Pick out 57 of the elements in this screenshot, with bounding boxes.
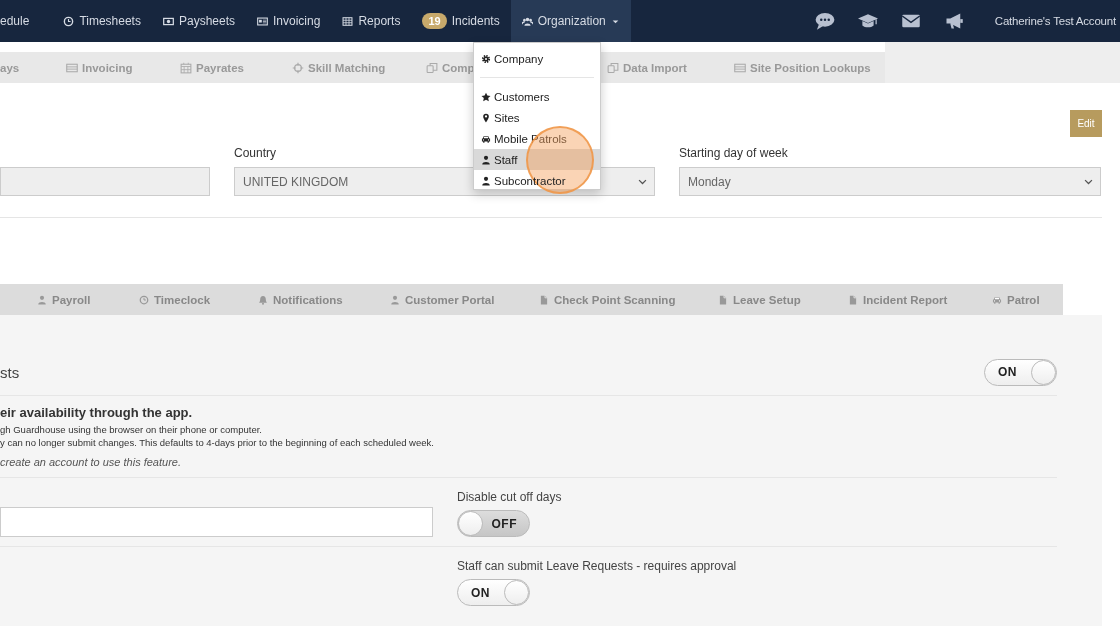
option-label: Disable cut off days [457,490,563,504]
user-icon [481,154,491,165]
gear-icon [481,53,491,64]
crosshair-icon [292,61,304,74]
bell-icon [258,294,268,305]
account-menu[interactable]: Catherine's Test Account [994,15,1116,27]
field-label: Country [234,146,277,160]
map-marker-icon [481,112,491,123]
count-badge: 19 [422,13,447,29]
clock-icon [139,294,149,305]
document-icon [718,294,728,305]
table-icon [342,15,354,27]
menu-item[interactable]: Mobile Patrols [474,128,600,149]
car-icon [992,294,1002,305]
menu-item[interactable]: Customers [474,86,600,107]
list-icon [66,61,78,74]
clock-icon [63,15,75,27]
toggle-switch[interactable]: ON [457,579,530,606]
list-icon [734,61,746,74]
nav-link[interactable]: 19 Incidents [411,0,511,42]
menu-item[interactable]: Staff [474,149,600,170]
field-label: Starting day of week [679,146,788,160]
section-heading: eir availability through the app. [0,405,194,420]
menu-item[interactable]: Sites [474,107,600,128]
user-icon [481,175,491,186]
note-text: create an account to use this feature. [0,456,182,468]
select-field[interactable]: Monday [679,167,1101,196]
user-icon [390,294,400,305]
copy-icon [426,61,438,74]
tab[interactable]: Notifications [258,293,343,306]
card-icon [257,15,268,27]
input-field[interactable] [0,507,433,537]
car-icon [481,133,491,144]
nav-link[interactable]: Timesheets [52,0,152,42]
toggle-switch[interactable]: OFF [457,510,530,537]
document-icon [539,294,549,305]
edit-button[interactable]: Edit [1070,110,1102,137]
star-icon [481,91,491,102]
nav-link[interactable]: Reports [331,0,412,42]
copy-icon [607,61,619,74]
nav-link[interactable]: Paysheets [151,0,246,42]
nav-link[interactable]: Invoicing [246,0,332,42]
nav-link[interactable]: Organization [510,0,631,42]
option-label: Staff can submit Leave Requests - requires approval [457,559,738,573]
nav-link[interactable]: edule [0,0,53,42]
section-title: sts [0,363,20,381]
description-text: gh Guardhouse using the browser on their phone or computer. [0,424,263,435]
description-text: y can no longer submit changes. This defaults to 4-days prior to the beginning of each scheduled week. [0,437,435,448]
calendar-icon [180,61,192,74]
banknote-icon [162,15,174,27]
users-icon [521,15,533,27]
menu-item[interactable]: Company [474,48,600,69]
document-icon [848,294,858,305]
input-field[interactable] [0,167,210,196]
chat-icon[interactable] [814,11,835,31]
toggle-switch[interactable]: ON [984,358,1057,386]
user-icon [37,294,47,305]
